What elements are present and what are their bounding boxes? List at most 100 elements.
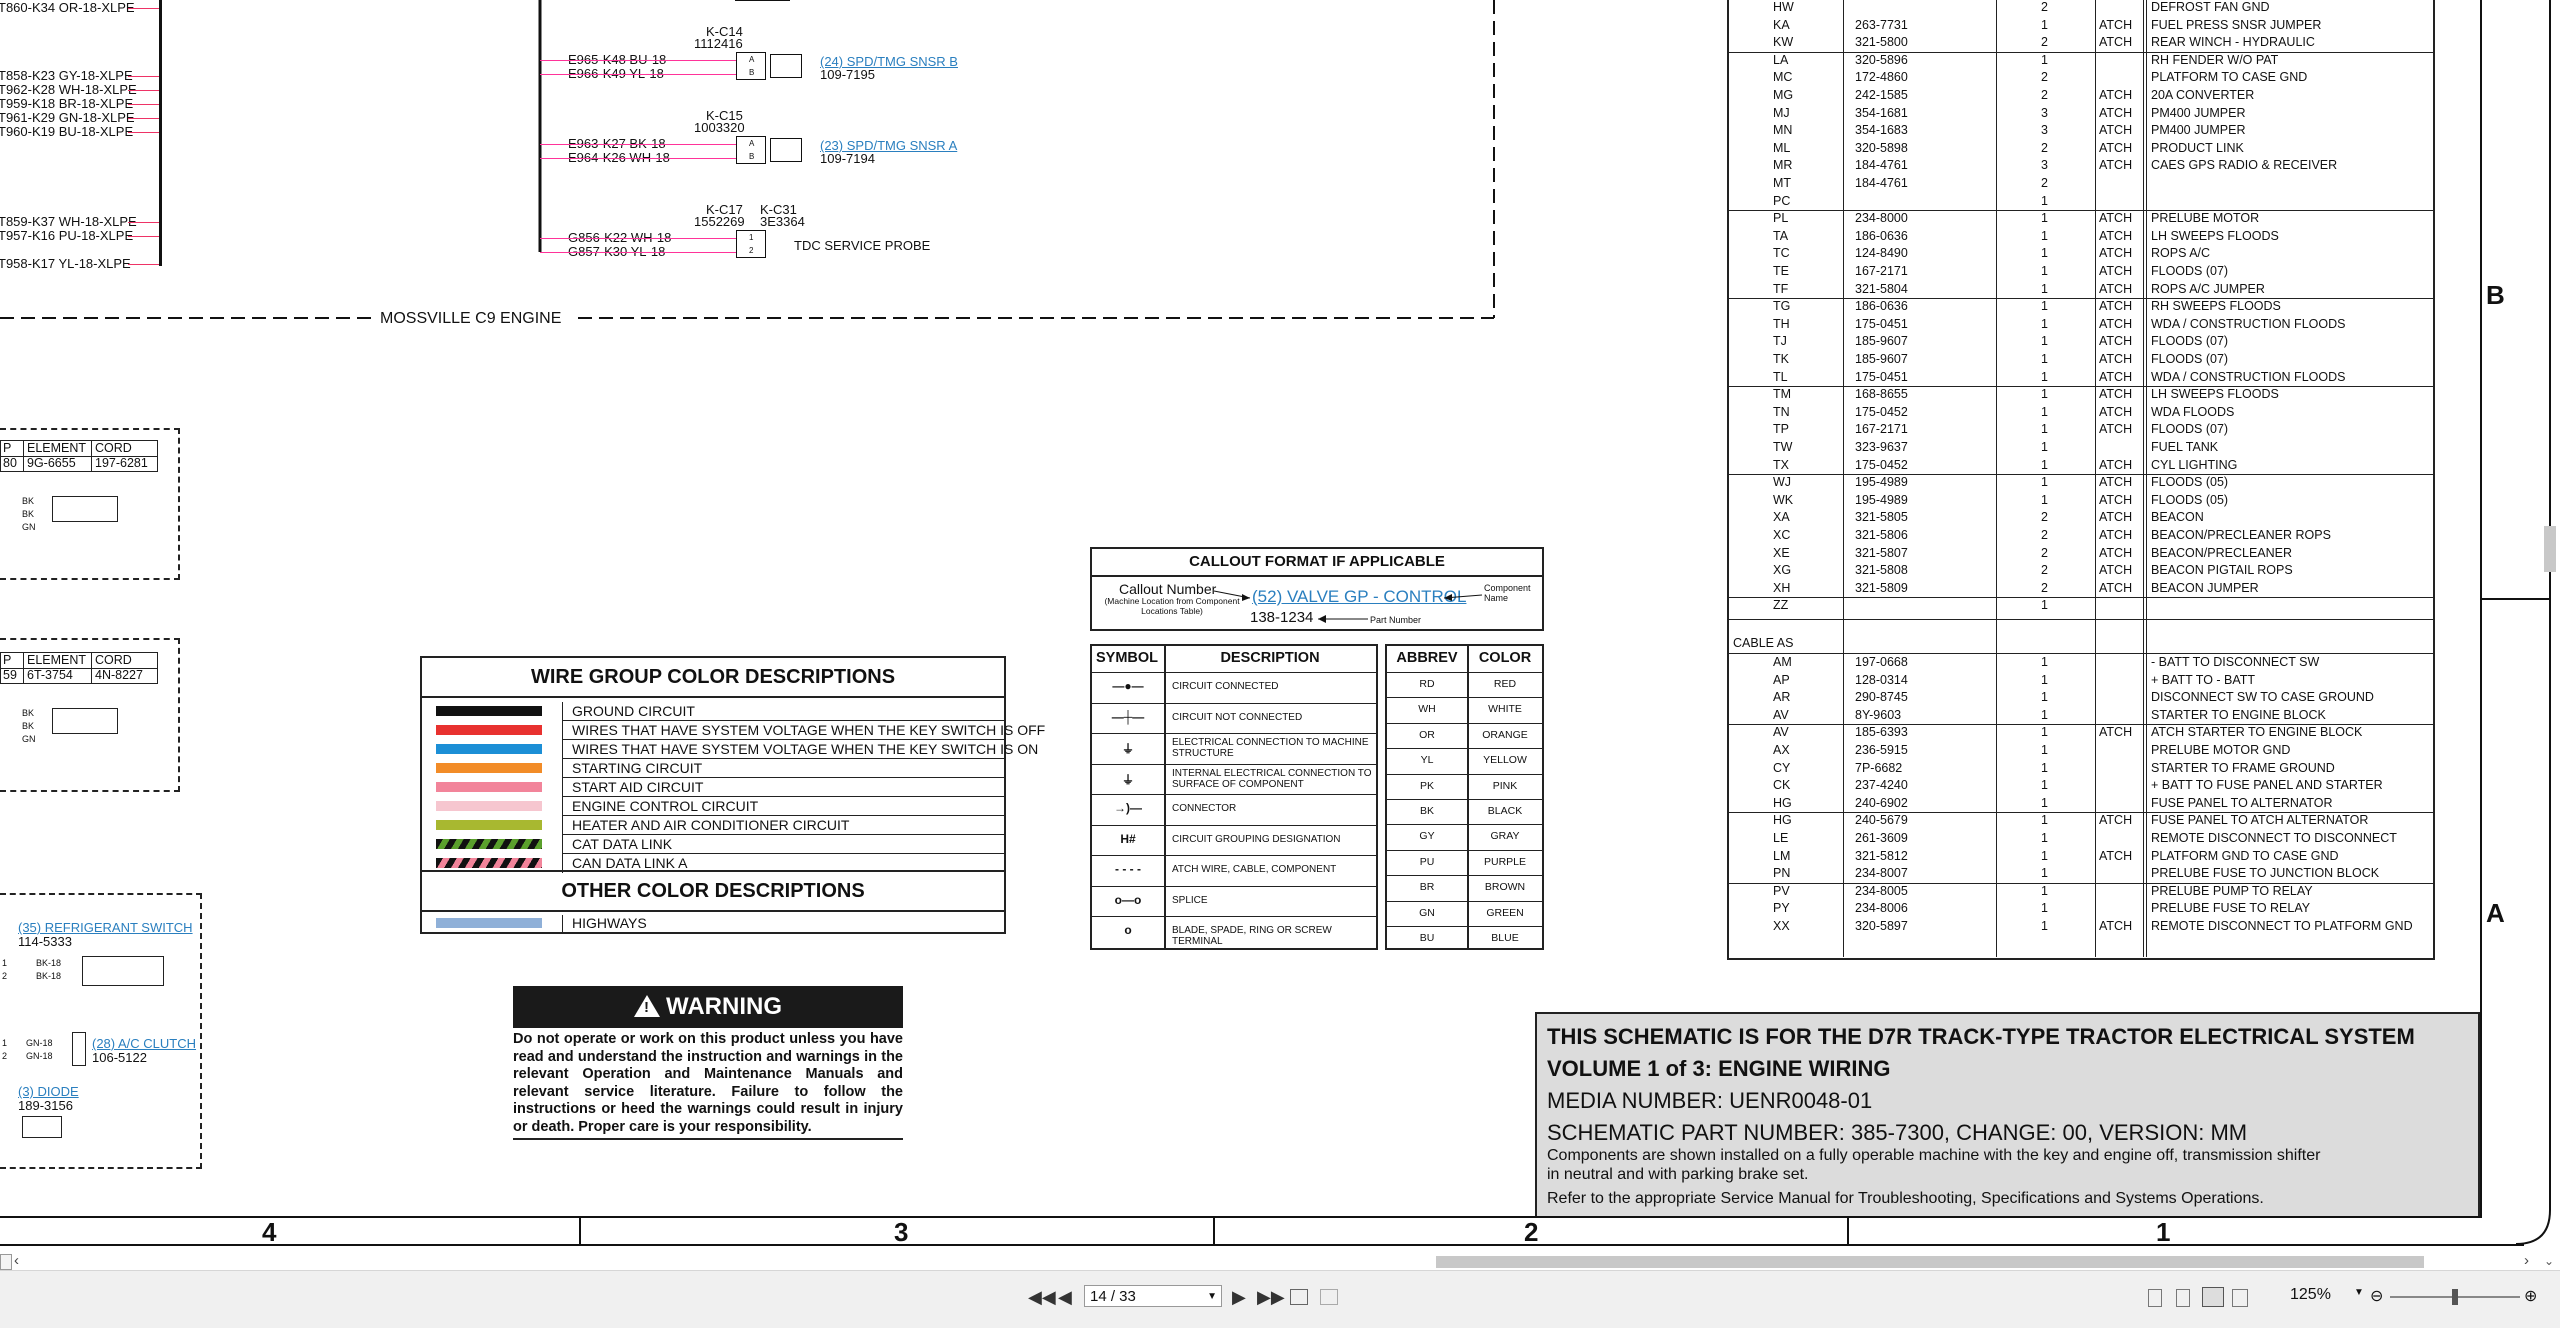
harness-code: PL (1773, 211, 1789, 226)
vertical-scrollbar[interactable]: ⌄ (2540, 0, 2560, 1270)
harness-part: 321-5800 (1855, 35, 1908, 50)
harness-table-row: TK 185-9607 1 ATCH FLOODS (07) (1729, 351, 2433, 369)
sensor-part: 109-7194 (820, 151, 875, 166)
harness-attach: ATCH (2099, 387, 2133, 402)
title-line-1: THIS SCHEMATIC IS FOR THE D7R TRACK-TYPE… (1547, 1024, 2415, 1049)
harness-description: PRELUBE FUSE TO RELAY (2151, 901, 2311, 916)
harness-section-line (1729, 619, 2433, 620)
wire-group-divider (562, 835, 563, 854)
symbol-description: ATCH WIRE, CABLE, COMPONENT (1172, 864, 1337, 875)
clutch-pin: 2 (2, 1051, 8, 1061)
previous-page-icon[interactable]: ◀ (1058, 1287, 1072, 1308)
continuous-page-icon[interactable] (2176, 1289, 2190, 1307)
harness-code: PC (1773, 193, 1791, 208)
scroll-down-icon[interactable]: ⌄ (2544, 1254, 2554, 1268)
continuous-facing-icon[interactable] (2232, 1289, 2248, 1307)
page-number-field[interactable]: 14 / 33 ▼ (1084, 1285, 1222, 1307)
harness-qty: 2 (2041, 563, 2048, 578)
next-page-icon[interactable]: ▶ (1232, 1287, 1246, 1308)
refrigerant-switch-part: 114-5333 (18, 934, 72, 949)
zoom-dropdown-icon[interactable]: ▼ (2354, 1287, 2364, 1298)
facing-pages-icon[interactable] (2202, 1287, 2224, 1307)
horizontal-scroll-thumb[interactable] (1436, 1256, 2424, 1268)
harness-part: 237-4240 (1855, 778, 1908, 793)
harness-description: BEACON (2151, 510, 2204, 525)
harness-part: 320-5896 (1855, 52, 1908, 67)
harness-code: TK (1773, 352, 1789, 366)
wire-group-item-label: CAN DATA LINK A (572, 855, 688, 871)
scroll-left-box[interactable] (0, 1254, 12, 1270)
abbrev-code: RD (1419, 678, 1435, 690)
harness-code: AV (1773, 725, 1789, 740)
zoom-slider[interactable] (2390, 1289, 2520, 1305)
highways-label: HIGHWAYS (572, 915, 647, 931)
harness-description: RH FENDER W/O PAT (2151, 52, 2279, 67)
abbrev-code: PU (1419, 855, 1435, 868)
ac-clutch-link[interactable]: (28) A/C CLUTCH (92, 1036, 196, 1051)
harness-qty: 1 (2041, 831, 2048, 845)
zoom-out-icon[interactable]: ⊖ (2370, 1286, 2383, 1306)
harness-table-row: AV 8Y-9603 1 STARTER TO ENGINE BLOCK (1729, 707, 2433, 725)
sensor-connector-number-2: 3E3364 (760, 214, 805, 229)
harness-table-row: TL 175-0451 1 ATCH WDA / CONSTRUCTION FLOODS (1729, 369, 2433, 387)
element-wire-color: GN (22, 522, 36, 532)
harness-code: TX (1773, 457, 1789, 472)
symbol-row-line (1092, 672, 1376, 673)
horizontal-scrollbar[interactable]: ‹ › (0, 1252, 2540, 1270)
harness-attach: ATCH (2099, 105, 2133, 120)
wire-group-divider (562, 740, 563, 759)
next-view-icon[interactable] (1320, 1289, 1338, 1305)
table-divider (91, 441, 92, 471)
abbrev-row-line (1387, 824, 1542, 826)
harness-description: ATCH STARTER TO ENGINE BLOCK (2151, 725, 2363, 740)
harness-code: MC (1773, 70, 1793, 85)
element-wire-color: BK (22, 509, 35, 519)
harness-description: CYL LIGHTING (2151, 457, 2238, 472)
harness-qty: 1 (2041, 598, 2048, 613)
wire-group-title: WIRE GROUP COLOR DESCRIPTIONS (530, 666, 896, 688)
harness-attach: ATCH (2099, 228, 2133, 243)
refrigerant-wire: BK-18 (36, 971, 62, 981)
zoom-in-icon[interactable]: ⊕ (2524, 1286, 2537, 1306)
harness-part: 321-5809 (1855, 580, 1908, 595)
harness-code: XG (1773, 563, 1792, 578)
title-line-2: VOLUME 1 of 3: ENGINE WIRING (1547, 1056, 1891, 1081)
refrigerant-switch-link[interactable]: (35) REFRIGERANT SWITCH (18, 920, 193, 935)
harness-attach: ATCH (2099, 264, 2133, 278)
wire-group-item-label: START AID CIRCUIT (572, 779, 704, 795)
harness-table-row: MG 242-1585 2 ATCH 20A CONVERTER (1729, 87, 2433, 105)
zoom-level[interactable]: 125% (2290, 1286, 2331, 1304)
harness-table-row: LM 321-5812 1 ATCH PLATFORM GND TO CASE GND (1729, 848, 2433, 866)
last-page-icon[interactable]: ▶▶ (1257, 1287, 1285, 1308)
previous-view-icon[interactable] (1290, 1289, 1308, 1305)
sensor-pin: B (749, 68, 755, 77)
sensor-connector-box: AB (736, 136, 766, 164)
diode-link[interactable]: (3) DIODE (18, 1084, 79, 1099)
scroll-left-icon[interactable]: ‹ (14, 1252, 19, 1269)
harness-table-row: XC 321-5806 2 ATCH BEACON/PRECLEANER ROPS (1729, 527, 2433, 545)
page-dropdown-icon[interactable]: ▼ (1207, 1286, 1217, 1308)
zoom-slider-thumb[interactable] (2452, 1289, 2458, 1305)
harness-table-row: HG 240-6902 1 FUSE PANEL TO ALTERNATOR (1729, 795, 2433, 813)
harness-part: 321-5807 (1855, 545, 1908, 560)
first-page-icon[interactable]: ◀◀ (1028, 1287, 1056, 1308)
harness-table-row: MC 172-4860 2 PLATFORM TO CASE GND (1729, 69, 2433, 87)
abbrev-color-name: RED (1493, 678, 1517, 690)
abbrev-row-line (1387, 926, 1542, 927)
harness-attach: ATCH (2099, 211, 2133, 226)
harness-description: PLATFORM GND TO CASE GND (2151, 848, 2339, 863)
harness-code: KW (1773, 35, 1794, 50)
single-page-icon[interactable] (2148, 1289, 2162, 1307)
symbol-description: CIRCUIT GROUPING DESIGNATION (1172, 833, 1341, 845)
harness-description: + BATT TO - BATT (2151, 672, 2256, 687)
abbrev-color-name: ORANGE (1482, 728, 1528, 741)
harness-qty: 1 (2041, 690, 2048, 705)
harness-table-row: AX 236-5915 1 PRELUBE MOTOR GND (1729, 742, 2433, 760)
harness-code: TH (1773, 316, 1790, 331)
vertical-scroll-thumb[interactable] (2544, 526, 2556, 572)
harness-table-row: TC 124-8490 1 ATCH ROPS A/C (1729, 245, 2433, 263)
element-wire-color: BK (22, 708, 35, 718)
abbrev-code: PK (1419, 779, 1434, 792)
harness-table-row: XA 321-5805 2 ATCH BEACON (1729, 509, 2433, 527)
scroll-right-icon[interactable]: › (2524, 1252, 2529, 1269)
